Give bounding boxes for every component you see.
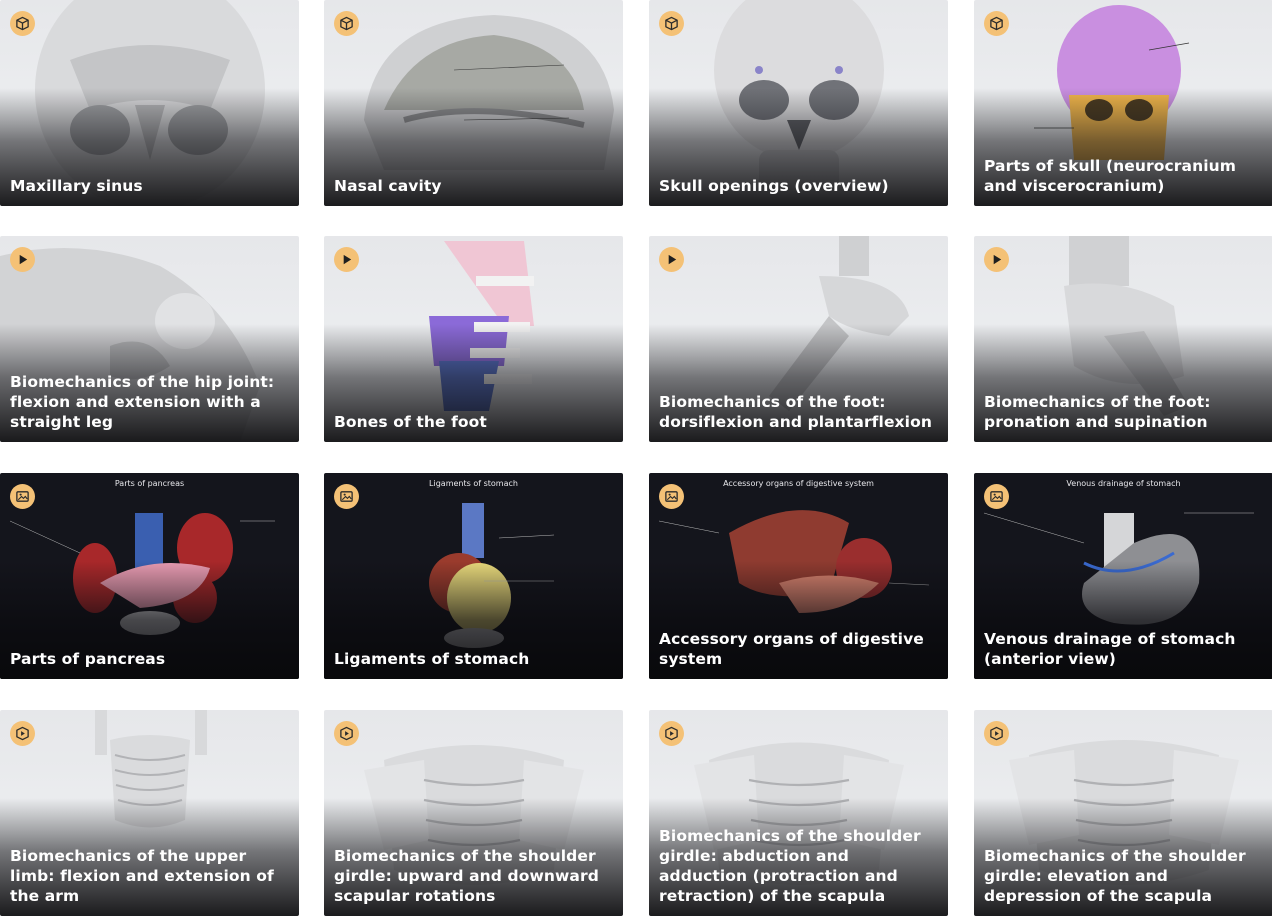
card-title: Bones of the foot — [334, 413, 487, 431]
card-parts-of-pancreas[interactable]: Parts of pancreas Parts of pancreas — [0, 473, 299, 679]
card-maxillary-sinus[interactable]: Maxillary sinus — [0, 0, 299, 206]
card-accessory-organs[interactable]: Accessory organs of digestive system Acc… — [649, 473, 948, 679]
play-icon — [659, 247, 684, 272]
card-upper-limb[interactable]: Biomechanics of the upper limb: flexion … — [0, 710, 299, 916]
card-title: Maxillary sinus — [10, 177, 143, 195]
card-venous-drainage[interactable]: Venous drainage of stomach Venous draina… — [974, 473, 1272, 679]
card-title: Biomechanics of the foot: dorsiflexion a… — [659, 393, 932, 431]
card-title: Biomechanics of the shoulder girdle: upw… — [334, 847, 599, 905]
card-foot-pronation[interactable]: Biomechanics of the foot: pronation and … — [974, 236, 1272, 442]
card-title: Biomechanics of the foot: pronation and … — [984, 393, 1211, 431]
image-icon — [10, 484, 35, 509]
card-nasal-cavity[interactable]: Nasal cavity — [324, 0, 623, 206]
play-icon — [10, 247, 35, 272]
card-scapula-elevation[interactable]: Biomechanics of the shoulder girdle: ele… — [974, 710, 1272, 916]
content-grid: Maxillary sinus Nasal cavity Skull openi… — [0, 0, 1272, 916]
cube-play-icon — [10, 721, 35, 746]
card-title: Biomechanics of the shoulder girdle: abd… — [659, 827, 921, 905]
diagram-title: Parts of pancreas — [114, 479, 185, 488]
diagram-title: Ligaments of stomach — [429, 479, 518, 488]
play-icon — [334, 247, 359, 272]
card-title: Biomechanics of the upper limb: flexion … — [10, 847, 274, 905]
cube-play-icon — [984, 721, 1009, 746]
card-title: Biomechanics of the shoulder girdle: ele… — [984, 847, 1246, 905]
card-title: Parts of pancreas — [10, 650, 166, 668]
card-title: Ligaments of stomach — [334, 650, 530, 668]
card-skull-openings[interactable]: Skull openings (overview) — [649, 0, 948, 206]
cube-icon — [10, 11, 35, 36]
card-title: Nasal cavity — [334, 177, 442, 195]
card-hip-joint[interactable]: Biomechanics of the hip joint: flexion a… — [0, 236, 299, 442]
card-title: Parts of skull (neurocranium and viscero… — [984, 157, 1237, 195]
card-title: Biomechanics of the hip joint: flexion a… — [10, 373, 275, 431]
cube-icon — [984, 11, 1009, 36]
card-parts-of-skull[interactable]: Parts of skull (neurocranium and viscero… — [974, 0, 1272, 206]
cube-play-icon — [334, 721, 359, 746]
cube-play-icon — [659, 721, 684, 746]
diagram-title: Accessory organs of digestive system — [723, 479, 874, 488]
cube-icon — [659, 11, 684, 36]
card-title: Accessory organs of digestive system — [659, 630, 924, 668]
image-icon — [334, 484, 359, 509]
card-scapular-rotations[interactable]: Biomechanics of the shoulder girdle: upw… — [324, 710, 623, 916]
play-icon — [984, 247, 1009, 272]
card-ligaments-of-stomach[interactable]: Ligaments of stomach Ligaments of stomac… — [324, 473, 623, 679]
card-title: Skull openings (overview) — [659, 177, 889, 195]
diagram-title: Venous drainage of stomach — [1066, 479, 1181, 488]
card-scapula-abduction[interactable]: Biomechanics of the shoulder girdle: abd… — [649, 710, 948, 916]
card-bones-of-foot[interactable]: Bones of the foot — [324, 236, 623, 442]
card-title: Venous drainage of stomach (anterior vie… — [984, 630, 1236, 668]
image-icon — [984, 484, 1009, 509]
image-icon — [659, 484, 684, 509]
card-foot-dorsiflexion[interactable]: Biomechanics of the foot: dorsiflexion a… — [649, 236, 948, 442]
cube-icon — [334, 11, 359, 36]
